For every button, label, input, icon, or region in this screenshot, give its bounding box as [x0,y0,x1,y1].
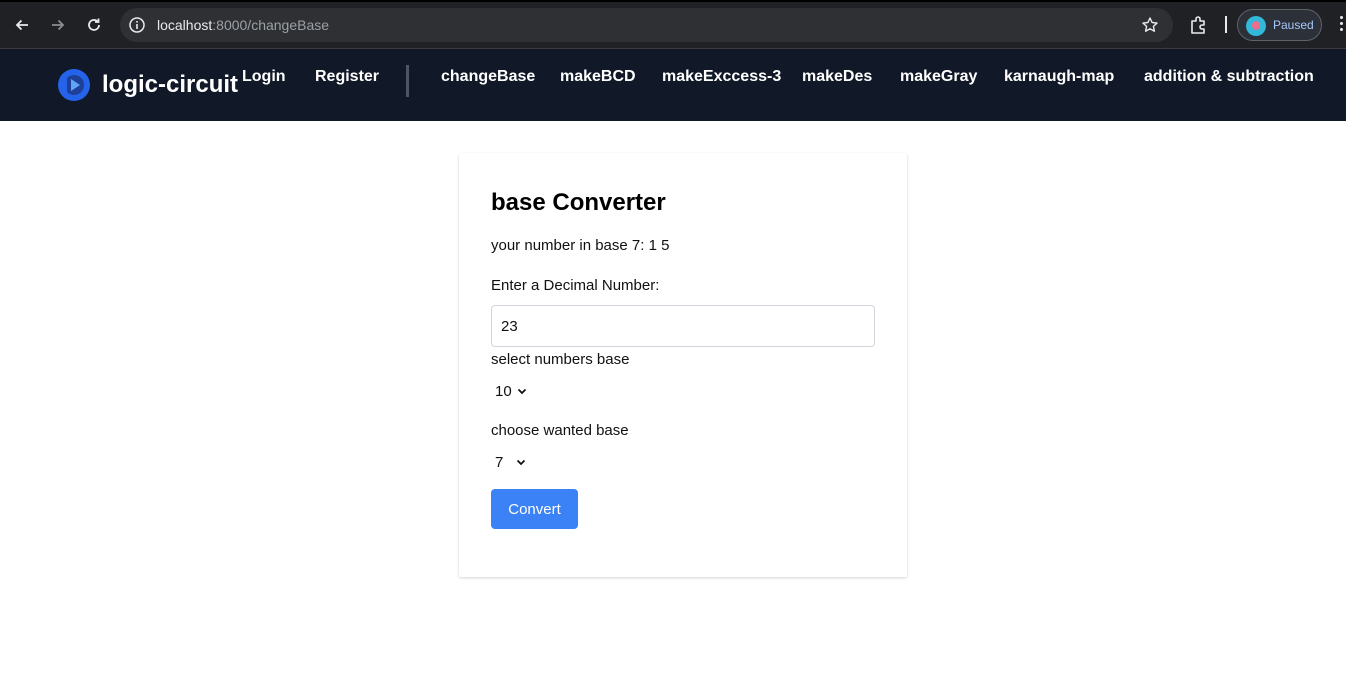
from-base-label: select numbers base [491,351,630,368]
reload-icon[interactable] [82,13,106,37]
logo-icon [58,69,90,101]
conversion-result: your number in base 7: 1 5 [491,237,670,254]
avatar [1246,16,1266,36]
menu-icon[interactable] [1340,16,1346,34]
nav-makedes[interactable]: makeDes [802,68,872,86]
url-path: :8000/changeBase [212,17,330,33]
nav-divider [406,65,409,97]
nav-register[interactable]: Register [315,68,379,86]
url-text: localhost:8000/changeBase [157,17,329,33]
bookmark-star-icon[interactable] [1141,16,1159,34]
from-base-value: 10 [495,382,512,400]
from-base-select[interactable]: 10 [491,379,527,403]
url-host: localhost [157,17,213,33]
nav-makeexcess3[interactable]: makeExccess-3 [662,68,781,86]
to-base-value: 7 [495,453,504,471]
profile-status: Paused [1273,18,1314,32]
forward-icon[interactable] [46,13,70,37]
brand-name: logic-circuit [102,71,239,98]
nav-makebcd[interactable]: makeBCD [560,68,636,86]
decimal-label: Enter a Decimal Number: [491,277,660,294]
brand-link[interactable]: logic-circuit [58,69,238,101]
nav-login[interactable]: Login [242,68,286,86]
address-bar[interactable]: localhost:8000/changeBase [120,8,1173,42]
extensions-icon[interactable] [1188,14,1210,36]
chevron-down-icon [517,388,526,395]
converter-card: base Converter your number in base 7: 1 … [459,153,907,577]
profile-button[interactable]: Paused [1237,9,1322,41]
browser-toolbar: localhost:8000/changeBase Paused [0,0,1346,49]
convert-button[interactable]: Convert [491,489,578,529]
to-base-label: choose wanted base [491,422,629,439]
nav-makegray[interactable]: makeGray [900,68,977,86]
back-icon[interactable] [10,13,34,37]
tab-strip [0,0,1346,2]
decimal-input[interactable] [491,305,875,347]
site-info-icon[interactable] [128,16,146,34]
page-title: base Converter [491,189,666,216]
nav-changebase[interactable]: changeBase [441,68,535,86]
chevron-down-icon [517,459,526,466]
to-base-select[interactable]: 7 [491,450,526,474]
toolbar-separator [1225,16,1227,33]
nav-karnaugh-map[interactable]: karnaugh-map [1004,68,1114,86]
site-navbar: logic-circuit Login Register changeBase … [0,49,1346,121]
nav-addition-subtraction[interactable]: addition & subtraction [1144,68,1314,86]
